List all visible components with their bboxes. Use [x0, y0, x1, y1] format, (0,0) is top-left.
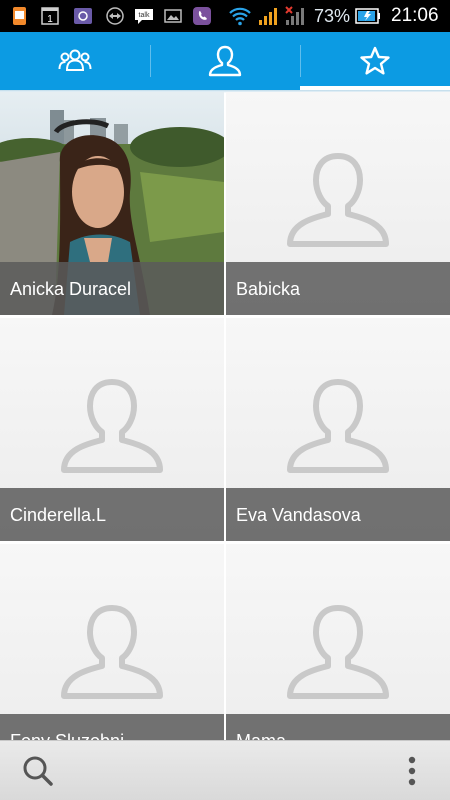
tab-favorites[interactable]	[300, 32, 450, 90]
contact-name: Mama	[236, 731, 286, 740]
favorite-tile[interactable]: Babicka	[226, 92, 450, 315]
talk-label: talk	[139, 12, 150, 19]
contact-placeholder-icon	[287, 153, 389, 247]
person-icon	[208, 45, 242, 77]
viber-icon	[193, 7, 211, 25]
calendar-day: 1	[47, 14, 53, 25]
favorite-tile[interactable]: Eva Vandasova	[226, 318, 450, 541]
contact-name: Cinderella.L	[10, 505, 107, 525]
notification-icon	[13, 7, 26, 25]
gallery-icon	[164, 9, 182, 23]
status-bar: 1 talk 73% 21:06	[0, 0, 450, 32]
tile-name-bar: Babicka	[226, 262, 450, 315]
favorite-tile[interactable]: Fony Sluzobni	[0, 544, 224, 740]
search-button[interactable]	[16, 749, 60, 793]
tile-name-bar: Eva Vandasova	[226, 488, 450, 541]
star-icon	[360, 46, 390, 75]
contact-placeholder-icon	[61, 379, 163, 473]
favorite-tile[interactable]: Anicka Duracel	[0, 92, 224, 315]
tile-name-bar: Cinderella.L	[0, 488, 224, 541]
battery-icon	[355, 8, 380, 24]
bottom-action-bar	[0, 740, 450, 800]
contact-placeholder-icon	[61, 605, 163, 699]
favorites-grid: Anicka Duracel Babicka Cinderella.L Eva …	[0, 92, 450, 740]
wifi-icon	[229, 7, 251, 26]
tab-groups[interactable]	[0, 32, 150, 90]
tile-name-bar: Mama	[226, 714, 450, 740]
contact-name: Fony Sluzobni	[10, 731, 124, 740]
tab-contacts[interactable]	[150, 32, 300, 90]
overflow-menu-button[interactable]	[390, 749, 434, 793]
tab-bar	[0, 32, 450, 90]
contact-name: Anicka Duracel	[10, 279, 132, 299]
battery-percent: 73%	[314, 6, 351, 26]
contact-name: Eva Vandasova	[236, 505, 361, 525]
tile-name-bar: Anicka Duracel	[0, 262, 224, 315]
signal-no-service-icon	[285, 6, 304, 25]
camera-icon	[74, 8, 92, 24]
contact-placeholder-icon	[287, 379, 389, 473]
overflow-menu-icon	[408, 756, 416, 786]
calendar-icon: 1	[41, 7, 59, 25]
groups-icon	[58, 49, 92, 71]
clock: 21:06	[391, 5, 439, 26]
signal-icon	[259, 8, 277, 25]
search-icon	[23, 756, 53, 786]
favorite-tile[interactable]: Mama	[226, 544, 450, 740]
tile-name-bar: Fony Sluzobni	[0, 714, 224, 740]
favorite-tile[interactable]: Cinderella.L	[0, 318, 224, 541]
contact-placeholder-icon	[287, 605, 389, 699]
talk-icon: talk	[135, 9, 153, 24]
teamviewer-icon	[106, 7, 124, 25]
contact-name: Babicka	[236, 279, 301, 299]
